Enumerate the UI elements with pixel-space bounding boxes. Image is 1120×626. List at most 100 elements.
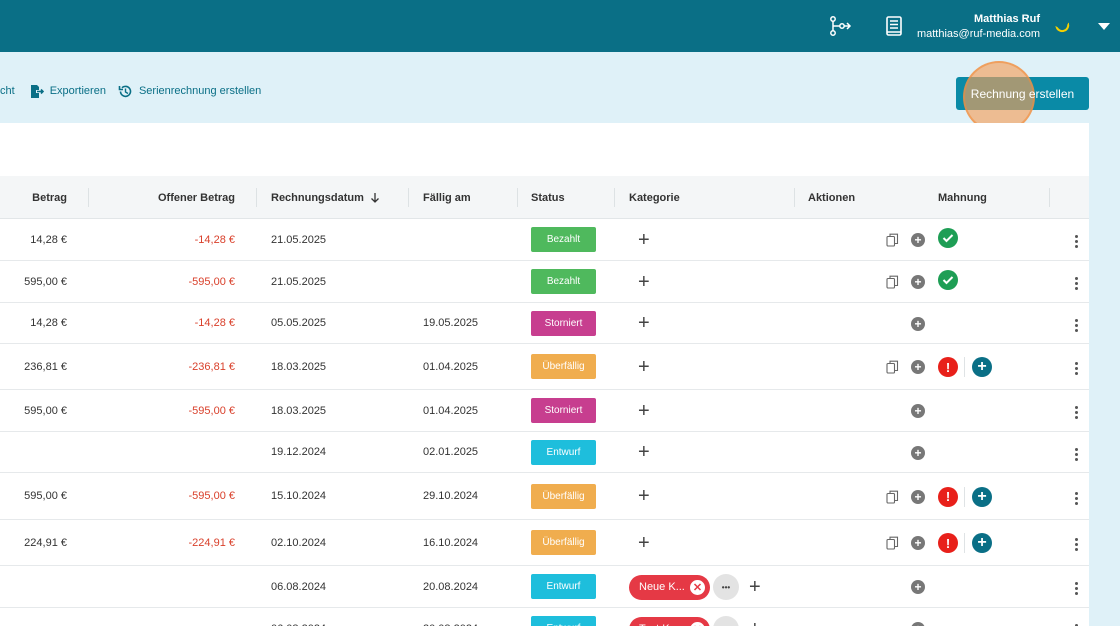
add-category-icon[interactable]: +: [749, 608, 761, 626]
add-category-icon[interactable]: +: [638, 344, 650, 389]
invoice-date-cell: 21.05.2025: [271, 275, 327, 288]
status-badge[interactable]: Überfällig: [531, 530, 596, 555]
row-menu-icon[interactable]: [1075, 318, 1078, 332]
add-category-icon[interactable]: +: [638, 473, 650, 519]
status-badge[interactable]: Entwurf: [531, 616, 596, 626]
overview-link[interactable]: cht: [0, 85, 15, 97]
col-amount[interactable]: Betrag: [0, 176, 67, 219]
invoice-date-cell: 21.05.2025: [271, 233, 327, 246]
row-menu-icon[interactable]: [1075, 362, 1078, 375]
status-badge[interactable]: Storniert: [531, 310, 596, 336]
amount-cell: 14,28 €: [30, 233, 67, 246]
network-icon[interactable]: [825, 12, 853, 40]
add-reminder-icon[interactable]: +: [972, 357, 992, 377]
copy-icon[interactable]: [886, 233, 899, 247]
user-name: Matthias Ruf: [974, 13, 1040, 25]
add-category-icon[interactable]: +: [638, 219, 650, 260]
add-reminder-icon[interactable]: +: [972, 533, 992, 553]
due-date-cell: 20.08.2024: [423, 608, 478, 626]
category-tag[interactable]: Neue K... ✕: [629, 574, 710, 600]
col-invoice-date[interactable]: Rechnungsdatum: [271, 176, 381, 219]
copy-icon[interactable]: [886, 275, 899, 289]
table-row[interactable]: 06.08.2024 20.08.2024 Entwurf Test K...✕•••…: [0, 608, 1089, 626]
row-menu-icon[interactable]: [1075, 235, 1078, 248]
table-row[interactable]: 14,28 € -14,28 € 05.05.2025 19.05.2025 Storn…: [0, 303, 1089, 344]
invoice-date-cell: 15.10.2024: [271, 490, 327, 502]
reminder-warning-icon[interactable]: !: [938, 533, 958, 553]
add-category-icon[interactable]: +: [638, 303, 650, 343]
remove-tag-icon[interactable]: ✕: [690, 621, 705, 626]
add-category-icon[interactable]: +: [638, 520, 650, 565]
due-date-cell: 01.04.2025: [423, 404, 479, 417]
more-categories-button[interactable]: •••: [713, 574, 739, 600]
copy-icon[interactable]: [886, 536, 899, 550]
add-action-icon[interactable]: +: [911, 233, 925, 247]
add-action-icon[interactable]: +: [911, 316, 925, 331]
add-action-icon[interactable]: +: [911, 536, 925, 550]
reminder-warning-icon[interactable]: !: [938, 486, 958, 507]
invoice-table-panel: Betrag Offener Betrag Rechnungsdatum Fäl…: [0, 123, 1089, 626]
col-open-amount[interactable]: Offener Betrag: [90, 176, 235, 219]
add-category-icon[interactable]: +: [638, 432, 650, 472]
row-menu-icon[interactable]: [1075, 277, 1078, 290]
reminder-warning-icon[interactable]: !: [938, 357, 958, 377]
user-info[interactable]: Matthias Ruf matthias@ruf-media.com: [917, 12, 1040, 42]
copy-icon[interactable]: [886, 360, 899, 374]
table-row[interactable]: 06.08.2024 20.08.2024 Entwurf Neue K... ✕ •••…: [0, 566, 1089, 608]
col-due-date[interactable]: Fällig am: [423, 176, 471, 219]
add-category-icon[interactable]: +: [638, 390, 650, 431]
invoice-date-cell: 05.05.2025: [271, 317, 327, 329]
add-category-icon[interactable]: +: [749, 566, 761, 607]
due-date-cell: 29.10.2024: [423, 490, 479, 502]
add-action-icon[interactable]: +: [911, 404, 925, 418]
row-menu-icon[interactable]: [1075, 406, 1078, 419]
add-action-icon[interactable]: +: [911, 489, 925, 504]
col-category[interactable]: Kategorie: [629, 176, 680, 219]
export-button[interactable]: Exportieren: [29, 84, 106, 99]
table-row[interactable]: 595,00 € -595,00 € 18.03.2025 01.04.2025 Sto…: [0, 390, 1089, 432]
col-date-label: Rechnungsdatum: [271, 191, 364, 204]
status-badge[interactable]: Entwurf: [531, 439, 596, 465]
status-badge[interactable]: Überfällig: [531, 354, 596, 379]
add-reminder-icon[interactable]: +: [972, 486, 992, 507]
recurring-invoice-button[interactable]: Serienrechnung erstellen: [118, 84, 261, 99]
status-badge[interactable]: Entwurf: [531, 574, 596, 599]
add-action-icon[interactable]: +: [911, 275, 925, 289]
invoice-date-cell: 02.10.2024: [271, 536, 327, 549]
logo-icon: [1055, 22, 1071, 34]
table-row[interactable]: 595,00 € -595,00 € 15.10.2024 29.10.2024 Übe…: [0, 473, 1089, 520]
category-tag[interactable]: Test K...✕: [629, 616, 710, 626]
table-row[interactable]: 19.12.2024 02.01.2025 Entwurf + +: [0, 432, 1089, 473]
row-menu-icon[interactable]: [1075, 491, 1078, 505]
export-icon: [30, 84, 44, 98]
chevron-down-icon[interactable]: [1098, 23, 1110, 30]
book-icon[interactable]: [880, 12, 908, 40]
add-action-icon[interactable]: +: [911, 622, 925, 626]
add-action-icon[interactable]: +: [911, 360, 925, 374]
table-row[interactable]: 224,91 € -224,91 € 02.10.2024 16.10.2024 Übe…: [0, 520, 1089, 566]
status-badge[interactable]: Storniert: [531, 398, 596, 423]
invoice-date-cell: 06.08.2024: [271, 580, 327, 593]
row-menu-icon[interactable]: [1075, 447, 1078, 461]
status-badge[interactable]: Überfällig: [531, 483, 596, 509]
col-status[interactable]: Status: [531, 176, 565, 219]
reminder-divider: [964, 357, 965, 377]
row-menu-icon[interactable]: [1075, 582, 1078, 595]
amount-cell: 14,28 €: [30, 317, 67, 329]
more-categories-button[interactable]: •••: [713, 616, 739, 626]
table-row[interactable]: 595,00 € -595,00 € 21.05.2025 Bezahlt + +: [0, 261, 1089, 303]
status-badge[interactable]: Bezahlt: [531, 269, 596, 294]
add-category-icon[interactable]: +: [638, 261, 650, 302]
row-menu-icon[interactable]: [1075, 538, 1078, 551]
remove-tag-icon[interactable]: ✕: [690, 579, 705, 595]
sort-arrow-down-icon: [370, 192, 379, 203]
col-amount-label: Betrag: [32, 191, 67, 204]
create-invoice-button[interactable]: Rechnung erstellen: [956, 77, 1089, 110]
table-row[interactable]: 236,81 € -236,81 € 18.03.2025 01.04.2025 Übe…: [0, 344, 1089, 390]
add-action-icon[interactable]: +: [911, 445, 925, 460]
add-action-icon[interactable]: +: [911, 580, 925, 594]
status-badge[interactable]: Bezahlt: [531, 227, 596, 252]
table-row[interactable]: 14,28 € -14,28 € 21.05.2025 Bezahlt + +: [0, 219, 1089, 261]
copy-icon[interactable]: [886, 490, 899, 504]
amount-cell: [0, 608, 67, 626]
